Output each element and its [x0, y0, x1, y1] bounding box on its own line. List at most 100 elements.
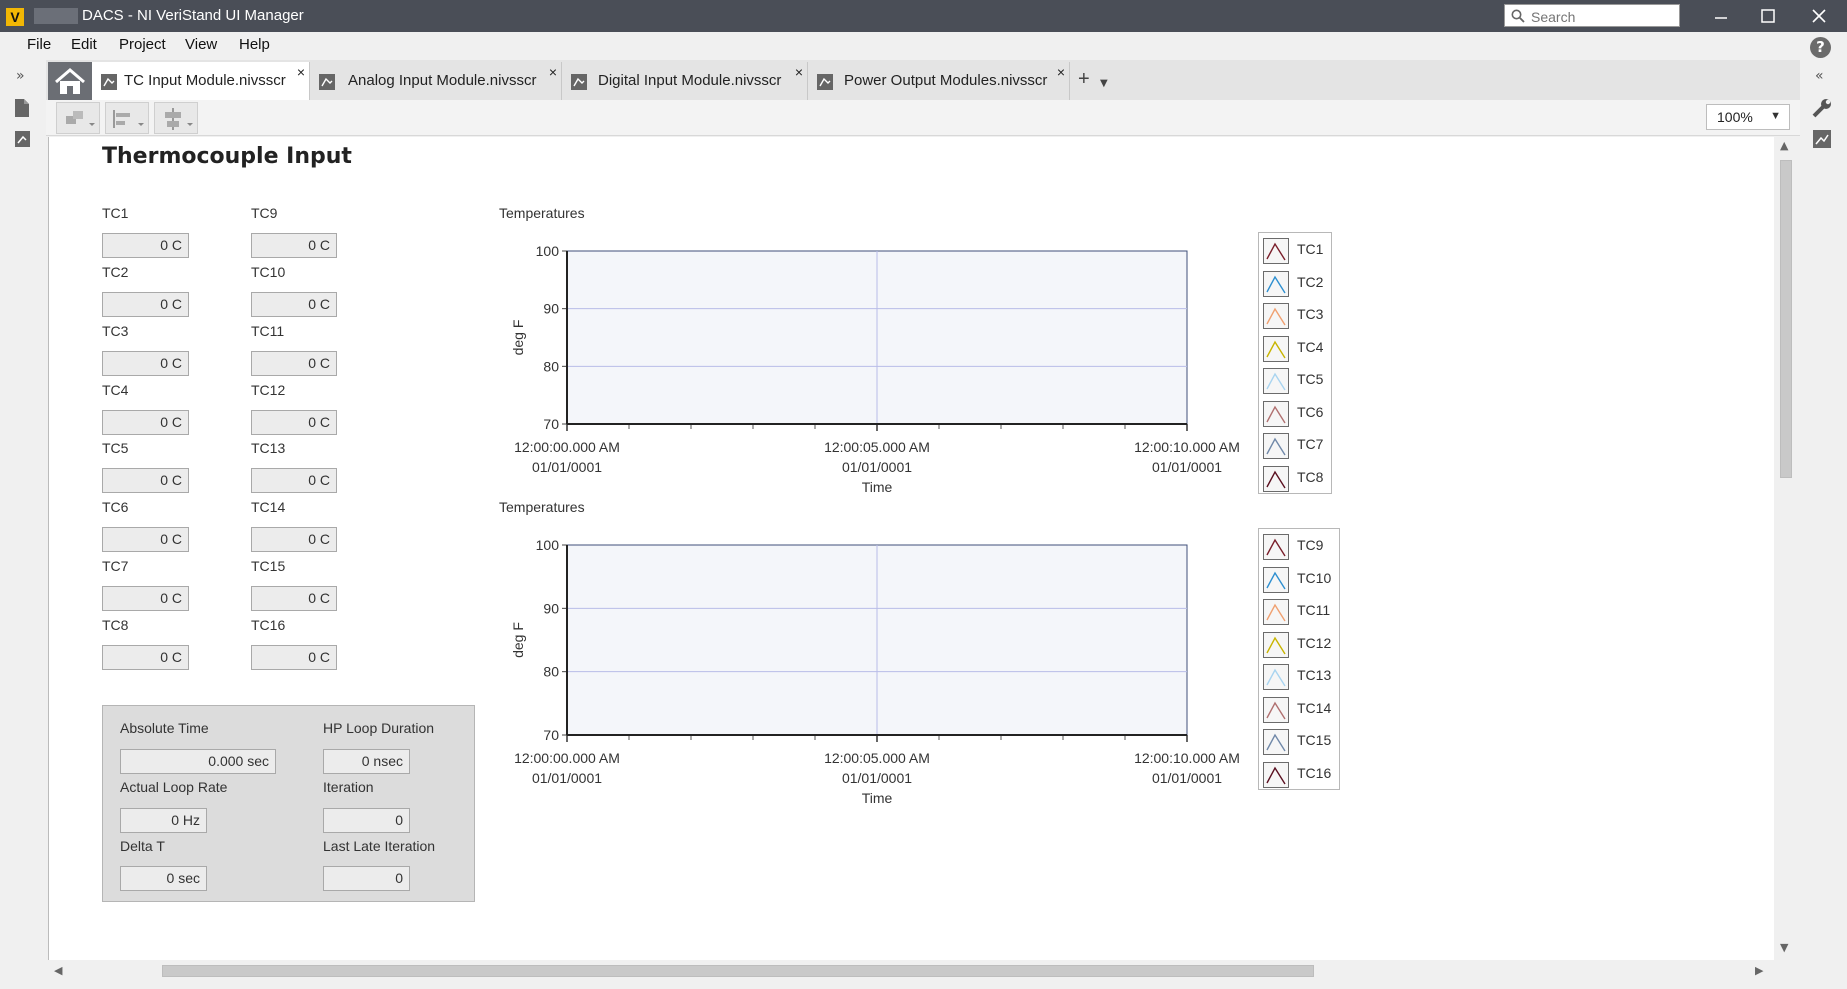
indicator-tc16: 0 C	[251, 645, 337, 670]
indicator-tc4: 0 C	[102, 410, 189, 435]
legend-series-name: TC1	[1297, 241, 1324, 257]
horizontal-scroll-thumb[interactable]	[162, 965, 1314, 977]
minimize-button[interactable]	[1698, 0, 1744, 32]
scroll-down-icon[interactable]: ▼	[1780, 941, 1788, 954]
maximize-icon	[1761, 9, 1775, 23]
vertical-scroll-thumb[interactable]	[1780, 160, 1792, 478]
menu-view[interactable]: View	[185, 36, 217, 53]
legend-series-name: TC16	[1297, 764, 1332, 781]
arrange-button[interactable]	[56, 102, 100, 134]
plot-line-icon	[1263, 664, 1289, 690]
x-tick-label-time: 12:00:00.000 AM	[514, 439, 620, 455]
iteration-value: 0	[323, 808, 410, 833]
add-tab-button[interactable]: +	[1078, 68, 1090, 91]
indicator-label: TC5	[102, 440, 129, 456]
screen-file-icon	[101, 74, 117, 90]
screen-edit-icon[interactable]	[14, 130, 32, 152]
indicator-tc12: 0 C	[251, 410, 337, 435]
tab-close-icon[interactable]: ×	[297, 64, 305, 80]
expand-right-panel-icon[interactable]: «	[1815, 68, 1824, 84]
absolute-time-value: 0.000 sec	[120, 749, 276, 774]
tab-label: TC Input Module.nivsscr	[124, 72, 286, 89]
chevron-down-icon: ▼	[1770, 110, 1781, 122]
plot-line-icon	[1263, 238, 1289, 264]
indicator-label: TC7	[102, 558, 129, 574]
tab-close-icon[interactable]: ×	[549, 64, 557, 80]
menu-help[interactable]: Help	[239, 36, 270, 53]
legend-series-name: TC13	[1297, 667, 1332, 683]
x-tick-label-date: 01/01/0001	[842, 459, 912, 475]
menu-project[interactable]: Project	[119, 36, 166, 53]
x-tick-label-date: 01/01/0001	[1152, 770, 1222, 786]
y-axis-label: deg F	[510, 320, 526, 356]
zoom-select[interactable]: 100% ▼	[1706, 104, 1790, 130]
indicator-label: TC6	[102, 499, 129, 515]
home-tab[interactable]	[48, 62, 92, 100]
menu-file[interactable]: File	[27, 36, 51, 53]
tab-label: Power Output Modules.nivsscr	[844, 72, 1048, 89]
menu-edit[interactable]: Edit	[71, 36, 97, 53]
x-tick-label-date: 01/01/0001	[1152, 459, 1222, 475]
scroll-right-icon[interactable]: ▶	[1755, 964, 1763, 977]
indicator-tc5: 0 C	[102, 468, 189, 493]
temperature-chart-2[interactable]: 100 90 80 70 12:00:00.000 AM 01/01/0001 12:00:…	[499, 524, 1259, 814]
tab-label: Digital Input Module.nivsscr	[598, 72, 782, 89]
scroll-up-icon[interactable]: ▲	[1780, 139, 1788, 152]
plot-line-icon	[1263, 400, 1289, 427]
plot-line-icon	[1263, 599, 1289, 625]
distribute-button[interactable]	[154, 102, 198, 134]
menu-bar	[0, 32, 1847, 60]
wrench-icon[interactable]	[1811, 97, 1833, 123]
search-box[interactable]	[1504, 4, 1681, 27]
tab-power-output-modules[interactable]: Power Output Modules.nivsscr ×	[808, 62, 1070, 100]
search-icon	[1511, 9, 1525, 23]
actual-loop-rate-label: Actual Loop Rate	[120, 779, 228, 795]
tab-tc-input-module[interactable]: TC Input Module.nivsscr ×	[92, 62, 310, 100]
indicator-label: TC15	[251, 558, 286, 574]
indicator-tc11: 0 C	[251, 351, 337, 376]
indicator-label: TC1	[102, 205, 129, 221]
tab-close-icon[interactable]: ×	[795, 64, 803, 80]
indicator-label: TC9	[251, 205, 278, 221]
last-late-iteration-value: 0	[323, 866, 410, 891]
tab-digital-input-module[interactable]: Digital Input Module.nivsscr ×	[562, 62, 808, 100]
search-input[interactable]	[1529, 6, 1681, 27]
tab-analog-input-module[interactable]: Analog Input Module.nivsscr ×	[310, 62, 562, 100]
plot-line-icon	[1263, 729, 1289, 755]
chart-1-legend: TC1 TC2 TC3 TC4 TC5 TC6 TC7 TC8	[1258, 232, 1332, 494]
tab-close-icon[interactable]: ×	[1057, 64, 1065, 80]
indicator-label: TC4	[102, 382, 129, 398]
y-tick-label: 90	[543, 600, 559, 616]
x-tick-label-time: 12:00:10.000 AM	[1134, 439, 1240, 455]
y-tick-label: 100	[536, 537, 560, 553]
properties-icon[interactable]	[1812, 129, 1832, 153]
expand-left-panel-icon[interactable]: »	[16, 68, 25, 84]
help-icon[interactable]: ?	[1810, 37, 1831, 58]
plot-line-icon	[1263, 696, 1289, 723]
align-button[interactable]	[105, 102, 149, 134]
plot-line-icon	[1263, 465, 1289, 492]
plot-line-icon	[1263, 368, 1289, 394]
close-window-button[interactable]	[1796, 0, 1842, 32]
legend-series-name: TC5	[1297, 371, 1324, 387]
distribute-icon	[165, 108, 193, 130]
legend-series-name: TC7	[1297, 436, 1324, 452]
indicator-label: TC13	[251, 440, 286, 456]
indicator-tc15: 0 C	[251, 586, 337, 611]
zoom-value: 100%	[1717, 109, 1753, 125]
temperature-chart-1[interactable]: 100 90 80 70 12:00:00.000 AM 01/01/0001 12:00:…	[499, 230, 1259, 500]
x-tick-label-date: 01/01/0001	[532, 770, 602, 786]
align-left-icon	[113, 110, 144, 128]
x-tick-label-date: 01/01/0001	[532, 459, 602, 475]
delta-t-value: 0 sec	[120, 866, 207, 891]
plot-line-icon	[1263, 761, 1289, 788]
title-redacted-region	[34, 8, 78, 24]
chevron-down-icon[interactable]: ▼	[1100, 78, 1108, 89]
legend-series-name: TC6	[1297, 403, 1324, 420]
maximize-button[interactable]	[1745, 0, 1791, 32]
plot-line-icon	[1263, 433, 1289, 459]
chart-2-legend: TC9 TC10 TC11 TC12 TC13 TC14 TC15 TC16	[1258, 528, 1340, 790]
document-icon[interactable]	[14, 98, 30, 122]
window-title: DACS - NI VeriStand UI Manager	[82, 7, 304, 24]
scroll-left-icon[interactable]: ◀	[54, 964, 62, 977]
